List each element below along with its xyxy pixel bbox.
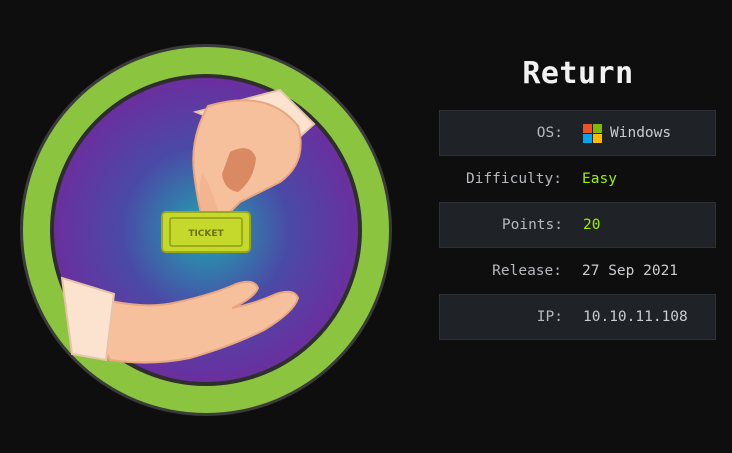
ticket-icon: TICKET [161,211,251,253]
difficulty-label: Difficulty: [465,171,562,187]
difficulty-value: Easy [582,171,617,187]
info-row-points: Points: 20 [439,202,716,248]
ip-value: 10.10.11.108 [583,309,688,325]
release-label: Release: [492,263,562,279]
info-row-os: OS: Windows [439,110,716,156]
os-label: OS: [536,125,563,141]
info-row-ip: IP: 10.10.11.108 [439,294,716,340]
windows-logo-icon [583,123,602,143]
points-value: 20 [583,217,601,233]
machine-name: Return [522,56,634,91]
ip-label: IP: [536,309,563,325]
info-row-release: Release: 27 Sep 2021 [439,248,716,294]
points-label: Points: [501,217,563,233]
os-value-text: Windows [610,125,672,141]
info-row-difficulty: Difficulty: Easy [439,156,716,202]
machine-info-table: OS: Windows Difficulty: Easy Points: 20 … [439,110,716,340]
release-value: 27 Sep 2021 [582,263,679,279]
ticket-text: TICKET [188,229,224,239]
machine-badge: TICKET [20,44,392,416]
os-value: Windows [583,123,672,143]
